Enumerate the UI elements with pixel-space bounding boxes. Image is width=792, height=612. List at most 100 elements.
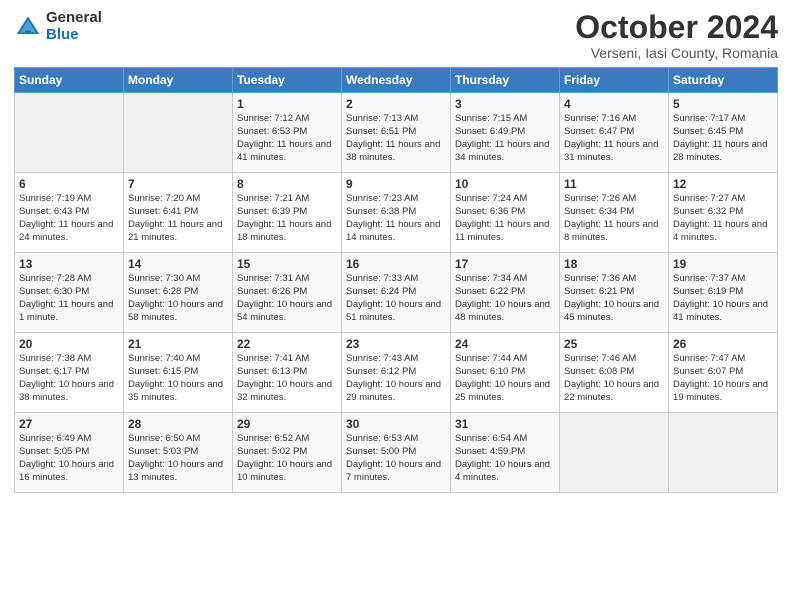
day-number: 28 — [128, 417, 228, 431]
day-number: 21 — [128, 337, 228, 351]
calendar-cell: 28 Sunrise: 6:50 AM Sunset: 5:03 PM Dayli… — [124, 413, 233, 493]
calendar-cell: 10Sunrise: 7:24 AM Sunset: 6:36 PM Dayli… — [451, 173, 560, 253]
cell-content: Sunrise: 7:38 AM Sunset: 6:17 PM Dayligh… — [19, 353, 119, 404]
calendar-cell: 13Sunrise: 7:28 AM Sunset: 6:30 PM Dayli… — [15, 253, 124, 333]
cell-content: Sunrise: 7:46 AM Sunset: 6:08 PM Dayligh… — [564, 353, 664, 404]
calendar-cell: 7 Sunrise: 7:20 AM Sunset: 6:41 PM Daylig… — [124, 173, 233, 253]
calendar-cell — [669, 413, 778, 493]
day-header-sunday: Sunday — [15, 68, 124, 93]
day-header-monday: Monday — [124, 68, 233, 93]
cell-content: Sunrise: 7:20 AM Sunset: 6:41 PM Dayligh… — [128, 193, 228, 244]
day-number: 19 — [673, 257, 773, 271]
calendar-cell: 20 Sunrise: 7:38 AM Sunset: 6:17 PM Dayli… — [15, 333, 124, 413]
calendar-cell: 24Sunrise: 7:44 AM Sunset: 6:10 PM Dayli… — [451, 333, 560, 413]
calendar-cell: 6 Sunrise: 7:19 AM Sunset: 6:43 PM Daylig… — [15, 173, 124, 253]
day-number: 9 — [346, 177, 446, 191]
day-number: 17 — [455, 257, 555, 271]
calendar-cell: 21 Sunrise: 7:40 AM Sunset: 6:15 PM Dayli… — [124, 333, 233, 413]
days-header-row: SundayMondayTuesdayWednesdayThursdayFrid… — [15, 68, 778, 93]
day-number: 7 — [128, 177, 228, 191]
logo-icon — [14, 13, 42, 41]
day-number: 20 — [19, 337, 119, 351]
cell-content: Sunrise: 6:52 AM Sunset: 5:02 PM Dayligh… — [237, 433, 337, 484]
day-number: 22 — [237, 337, 337, 351]
day-number: 30 — [346, 417, 446, 431]
calendar-cell — [15, 93, 124, 173]
cell-content: Sunrise: 7:44 AM Sunset: 6:10 PM Dayligh… — [455, 353, 555, 404]
cell-content: Sunrise: 7:16 AM Sunset: 6:47 PM Dayligh… — [564, 113, 664, 164]
calendar-cell: 15Sunrise: 7:31 AM Sunset: 6:26 PM Dayli… — [233, 253, 342, 333]
logo-general: General — [46, 10, 102, 27]
cell-content: Sunrise: 7:40 AM Sunset: 6:15 PM Dayligh… — [128, 353, 228, 404]
day-number: 1 — [237, 97, 337, 111]
day-number: 2 — [346, 97, 446, 111]
cell-content: Sunrise: 7:33 AM Sunset: 6:24 PM Dayligh… — [346, 273, 446, 324]
month-title: October 2024 — [575, 10, 778, 45]
calendar-cell: 26Sunrise: 7:47 AM Sunset: 6:07 PM Dayli… — [669, 333, 778, 413]
calendar-cell: 23Sunrise: 7:43 AM Sunset: 6:12 PM Dayli… — [342, 333, 451, 413]
day-number: 3 — [455, 97, 555, 111]
day-number: 13 — [19, 257, 119, 271]
calendar-cell: 14Sunrise: 7:30 AM Sunset: 6:28 PM Dayli… — [124, 253, 233, 333]
header: General Blue October 2024 Verseni, Iasi … — [14, 10, 778, 61]
calendar-cell: 8 Sunrise: 7:21 AM Sunset: 6:39 PM Daylig… — [233, 173, 342, 253]
day-number: 16 — [346, 257, 446, 271]
cell-content: Sunrise: 7:21 AM Sunset: 6:39 PM Dayligh… — [237, 193, 337, 244]
day-number: 6 — [19, 177, 119, 191]
calendar-cell — [560, 413, 669, 493]
calendar-cell: 3 Sunrise: 7:15 AM Sunset: 6:49 PM Daylig… — [451, 93, 560, 173]
calendar-cell: 12 Sunrise: 7:27 AM Sunset: 6:32 PM Dayli… — [669, 173, 778, 253]
calendar-cell: 29 Sunrise: 6:52 AM Sunset: 5:02 PM Dayli… — [233, 413, 342, 493]
day-number: 10 — [455, 177, 555, 191]
week-row-4: 20 Sunrise: 7:38 AM Sunset: 6:17 PM Dayli… — [15, 333, 778, 413]
day-number: 18 — [564, 257, 664, 271]
calendar-cell: 31Sunrise: 6:54 AM Sunset: 4:59 PM Dayli… — [451, 413, 560, 493]
cell-content: Sunrise: 6:53 AM Sunset: 5:00 PM Dayligh… — [346, 433, 446, 484]
day-number: 25 — [564, 337, 664, 351]
logo: General Blue — [14, 10, 102, 43]
cell-content: Sunrise: 7:27 AM Sunset: 6:32 PM Dayligh… — [673, 193, 773, 244]
day-number: 5 — [673, 97, 773, 111]
week-row-1: 1Sunrise: 7:12 AM Sunset: 6:53 PM Daylig… — [15, 93, 778, 173]
page: General Blue October 2024 Verseni, Iasi … — [0, 0, 792, 612]
day-number: 26 — [673, 337, 773, 351]
calendar-cell: 16 Sunrise: 7:33 AM Sunset: 6:24 PM Dayli… — [342, 253, 451, 333]
day-number: 14 — [128, 257, 228, 271]
day-header-friday: Friday — [560, 68, 669, 93]
day-number: 8 — [237, 177, 337, 191]
day-header-saturday: Saturday — [669, 68, 778, 93]
week-row-2: 6 Sunrise: 7:19 AM Sunset: 6:43 PM Daylig… — [15, 173, 778, 253]
calendar-cell: 22 Sunrise: 7:41 AM Sunset: 6:13 PM Dayli… — [233, 333, 342, 413]
cell-content: Sunrise: 7:41 AM Sunset: 6:13 PM Dayligh… — [237, 353, 337, 404]
day-header-thursday: Thursday — [451, 68, 560, 93]
calendar-cell: 17 Sunrise: 7:34 AM Sunset: 6:22 PM Dayli… — [451, 253, 560, 333]
day-header-wednesday: Wednesday — [342, 68, 451, 93]
day-number: 27 — [19, 417, 119, 431]
cell-content: Sunrise: 7:37 AM Sunset: 6:19 PM Dayligh… — [673, 273, 773, 324]
cell-content: Sunrise: 7:15 AM Sunset: 6:49 PM Dayligh… — [455, 113, 555, 164]
cell-content: Sunrise: 7:19 AM Sunset: 6:43 PM Dayligh… — [19, 193, 119, 244]
logo-text: General Blue — [46, 10, 102, 43]
cell-content: Sunrise: 6:50 AM Sunset: 5:03 PM Dayligh… — [128, 433, 228, 484]
week-row-5: 27Sunrise: 6:49 AM Sunset: 5:05 PM Dayli… — [15, 413, 778, 493]
cell-content: Sunrise: 7:43 AM Sunset: 6:12 PM Dayligh… — [346, 353, 446, 404]
calendar-cell: 2 Sunrise: 7:13 AM Sunset: 6:51 PM Daylig… — [342, 93, 451, 173]
cell-content: Sunrise: 7:34 AM Sunset: 6:22 PM Dayligh… — [455, 273, 555, 324]
calendar-cell: 4 Sunrise: 7:16 AM Sunset: 6:47 PM Daylig… — [560, 93, 669, 173]
logo-blue: Blue — [46, 27, 102, 44]
day-number: 12 — [673, 177, 773, 191]
week-row-3: 13Sunrise: 7:28 AM Sunset: 6:30 PM Dayli… — [15, 253, 778, 333]
cell-content: Sunrise: 7:23 AM Sunset: 6:38 PM Dayligh… — [346, 193, 446, 244]
cell-content: Sunrise: 7:13 AM Sunset: 6:51 PM Dayligh… — [346, 113, 446, 164]
calendar-cell: 25 Sunrise: 7:46 AM Sunset: 6:08 PM Dayli… — [560, 333, 669, 413]
day-number: 4 — [564, 97, 664, 111]
calendar-cell: 19 Sunrise: 7:37 AM Sunset: 6:19 PM Dayli… — [669, 253, 778, 333]
calendar-cell: 30 Sunrise: 6:53 AM Sunset: 5:00 PM Dayli… — [342, 413, 451, 493]
day-number: 15 — [237, 257, 337, 271]
calendar-header: SundayMondayTuesdayWednesdayThursdayFrid… — [15, 68, 778, 93]
calendar-cell: 18 Sunrise: 7:36 AM Sunset: 6:21 PM Dayli… — [560, 253, 669, 333]
cell-content: Sunrise: 6:54 AM Sunset: 4:59 PM Dayligh… — [455, 433, 555, 484]
cell-content: Sunrise: 7:36 AM Sunset: 6:21 PM Dayligh… — [564, 273, 664, 324]
day-number: 29 — [237, 417, 337, 431]
title-block: October 2024 Verseni, Iasi County, Roman… — [575, 10, 778, 61]
